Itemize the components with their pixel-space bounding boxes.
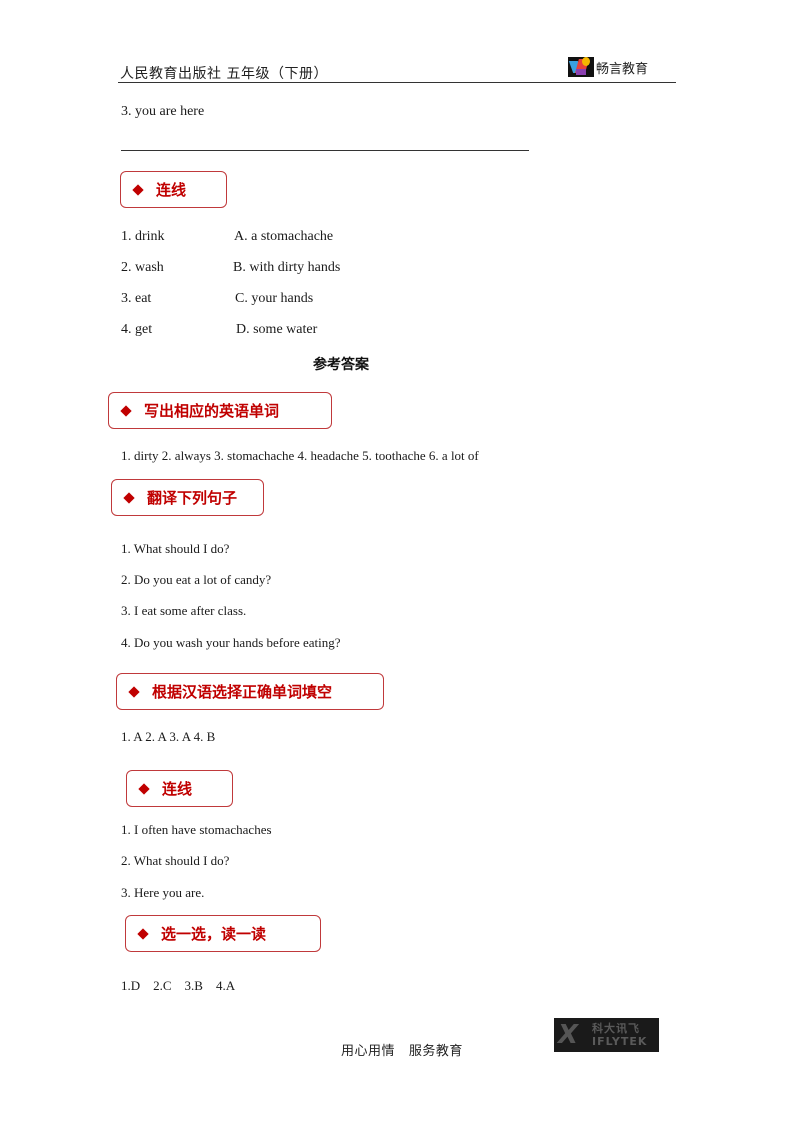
section-title: 选一选，读一读 (161, 925, 267, 943)
section-header-write-words: 写出相应的英语单词 (108, 392, 332, 429)
match-left-item: 4. get (121, 322, 153, 337)
section-title: 翻译下列句子 (147, 489, 238, 507)
section-header-choose-read: 选一选，读一读 (125, 915, 321, 952)
answer-item: 2. What should I do? (121, 853, 230, 868)
iflytek-logo: X 科大讯飞 IFLYTEK (554, 1018, 659, 1052)
match-left-item: 3. eat (121, 291, 152, 306)
answer-item: 4. Do you wash your hands before eating? (121, 635, 341, 650)
section-title: 根据汉语选择正确单词填空 (152, 683, 333, 701)
section-title: 连线 (162, 780, 193, 798)
match-right-item: D. some water (236, 322, 318, 337)
diamond-bullet-icon (120, 404, 132, 417)
iflytek-x-icon: X (558, 1020, 579, 1050)
header-brand: 畅言教育 (595, 62, 648, 77)
diamond-bullet-icon (132, 183, 144, 196)
footer-slogan: 用心用情 服务教育 (341, 1044, 463, 1059)
match-right-item: B. with dirty hands (233, 260, 341, 275)
section-header-match-answers: 连线 (126, 770, 233, 807)
question-item: 3. you are here (121, 104, 205, 119)
answer-text: 1. A 2. A 3. A 4. B (121, 729, 216, 744)
answer-item: 1. What should I do? (121, 541, 230, 556)
answer-item: 2. Do you eat a lot of candy? (121, 572, 272, 587)
section-header-translate: 翻译下列句子 (111, 479, 264, 516)
match-left-item: 1. drink (121, 229, 165, 244)
diamond-bullet-icon (137, 927, 149, 940)
match-left-item: 2. wash (121, 260, 164, 275)
logo-en-text: IFLYTEK (592, 1035, 648, 1048)
section-title: 写出相应的英语单词 (144, 402, 280, 420)
section-title: 连线 (156, 181, 187, 199)
section-header-match: 连线 (120, 171, 227, 208)
header-publisher: 人民教育出版社 五年级（下册） (120, 66, 328, 82)
diamond-bullet-icon (123, 491, 135, 504)
answer-text: 1.D 2.C 3.B 4.A (121, 978, 236, 993)
answer-item: 3. Here you are. (121, 885, 205, 900)
answer-item: 1. I often have stomachaches (121, 822, 272, 837)
answers-heading: 参考答案 (313, 357, 369, 373)
diamond-bullet-icon (138, 782, 150, 795)
match-right-item: C. your hands (235, 291, 314, 306)
page-header: 人民教育出版社 五年级（下册） 畅言教育 (118, 54, 676, 83)
diamond-bullet-icon (128, 685, 140, 698)
header-brand-block: 畅言教育 (567, 57, 648, 77)
answer-text: 1. dirty 2. always 3. stomachache 4. hea… (121, 448, 479, 463)
answer-blank-line (121, 150, 529, 151)
answer-item: 3. I eat some after class. (121, 603, 247, 618)
match-right-item: A. a stomachache (234, 229, 334, 244)
colorful-bird-logo-icon (567, 57, 594, 77)
logo-cn-text: 科大讯飞 (592, 1022, 640, 1035)
section-header-choose-words: 根据汉语选择正确单词填空 (116, 673, 384, 710)
